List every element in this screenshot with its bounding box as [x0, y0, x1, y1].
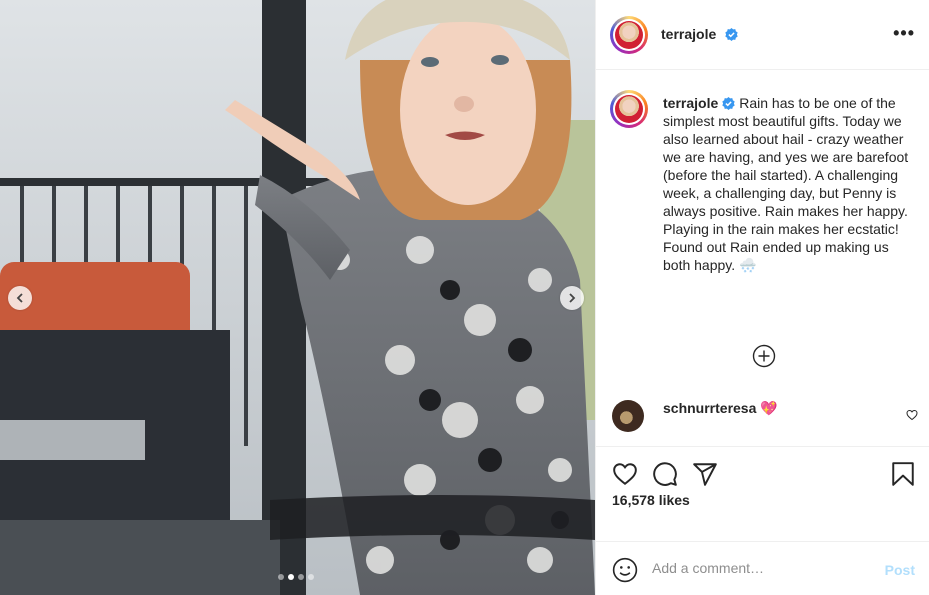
comment-input[interactable]	[652, 560, 872, 576]
post-header: terrajole •••	[596, 0, 929, 70]
load-more-comments-button[interactable]	[752, 344, 776, 373]
bookmark-icon	[892, 462, 914, 486]
caption-author-avatar[interactable]	[610, 90, 648, 128]
post-comment-button[interactable]: Post	[885, 562, 915, 578]
emoji-icon	[612, 557, 638, 583]
comment-icon	[653, 462, 677, 486]
author-username[interactable]: terrajole	[661, 26, 716, 42]
caption-username[interactable]: terrajole	[663, 95, 718, 111]
heart-icon	[613, 463, 637, 485]
verified-badge-icon	[725, 28, 738, 41]
comment-composer: Post	[596, 541, 929, 595]
emoji-button[interactable]	[612, 557, 638, 588]
like-comment-button[interactable]	[906, 408, 918, 426]
commenter-avatar[interactable]	[612, 400, 644, 432]
chevron-left-icon	[16, 293, 23, 303]
comment-button[interactable]	[652, 461, 678, 492]
carousel-dot	[298, 574, 304, 580]
previous-photo-button[interactable]	[8, 286, 32, 310]
author-avatar[interactable]	[610, 16, 648, 54]
likes-count[interactable]: 16,578 likes	[612, 492, 690, 508]
verified-badge-icon	[722, 97, 735, 110]
caption-text: Rain has to be one of the simplest most …	[663, 95, 909, 273]
post-photo[interactable]	[0, 0, 595, 595]
heart-icon	[906, 409, 918, 421]
post-caption: terrajole Rain has to be one of the simp…	[663, 94, 913, 274]
carousel-indicator	[278, 574, 314, 580]
comment-text: 💖	[760, 400, 778, 416]
post-actions-bar	[596, 446, 929, 486]
comment-item: schnurrteresa 💖	[612, 400, 918, 432]
commenter-username[interactable]: schnurrteresa	[663, 400, 756, 416]
plus-circle-icon	[752, 344, 776, 368]
carousel-dot	[308, 574, 314, 580]
carousel-dot	[278, 574, 284, 580]
photo-image	[0, 0, 595, 595]
save-button[interactable]	[891, 461, 915, 492]
chevron-right-icon	[569, 293, 576, 303]
paper-plane-icon	[693, 463, 717, 486]
post-details-panel: terrajole ••• terrajole Rain has to be o…	[595, 0, 929, 595]
next-photo-button[interactable]	[560, 286, 584, 310]
like-button[interactable]	[612, 461, 638, 492]
share-button[interactable]	[692, 461, 718, 492]
carousel-dot	[288, 574, 294, 580]
more-options-icon[interactable]: •••	[893, 24, 915, 42]
